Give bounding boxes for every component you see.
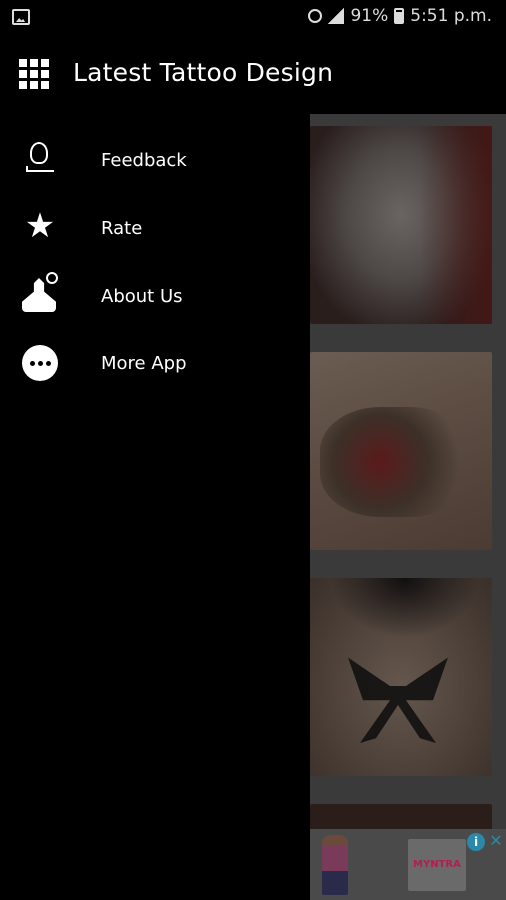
drawer-item-label: More App [101, 353, 187, 374]
about-us-badge-icon [46, 272, 58, 284]
signal-icon [328, 8, 345, 24]
drawer-item-label: About Us [101, 286, 183, 307]
navigation-drawer: Feedback ★ Rate About Us More App [0, 114, 310, 900]
alarm-icon [308, 9, 323, 23]
tattoo-image-shoulder[interactable] [310, 126, 492, 324]
clock: 5:51 p.m. [410, 6, 492, 26]
drawer-item-label: Rate [101, 218, 143, 239]
close-icon[interactable]: ✕ [487, 831, 505, 851]
more-icon [22, 345, 58, 381]
tattoo-image-back-bow[interactable] [310, 578, 492, 776]
battery-percent: 91% [350, 6, 389, 26]
status-bar: 91% 5:51 p.m. [0, 0, 506, 36]
apps-grid-icon[interactable] [19, 59, 49, 89]
feedback-icon-base [26, 166, 54, 172]
drawer-item-about-us[interactable]: About Us [0, 266, 310, 326]
tattoo-image-hip[interactable] [310, 352, 492, 550]
drawer-item-label: Feedback [101, 150, 187, 171]
ad-model-image [322, 835, 348, 895]
drawer-item-rate[interactable]: ★ Rate [0, 198, 310, 258]
status-indicators: 91% 5:51 p.m. [308, 6, 492, 26]
ad-banner[interactable]: MYNTRA i ✕ [310, 829, 506, 900]
feedback-icon [30, 142, 48, 164]
ad-brand-text: MYNTRA [413, 859, 461, 870]
info-icon[interactable]: i [467, 833, 485, 851]
app-title: Latest Tattoo Design [73, 58, 334, 87]
bow-tattoo [348, 657, 448, 743]
star-icon: ★ [24, 206, 56, 246]
battery-icon [394, 8, 405, 24]
gallery-notification-icon [12, 9, 30, 25]
drawer-item-more-app[interactable]: More App [0, 333, 310, 393]
drawer-item-feedback[interactable]: Feedback [0, 130, 310, 190]
app-bar: Latest Tattoo Design [0, 36, 506, 114]
tattoo-gallery [310, 114, 506, 900]
